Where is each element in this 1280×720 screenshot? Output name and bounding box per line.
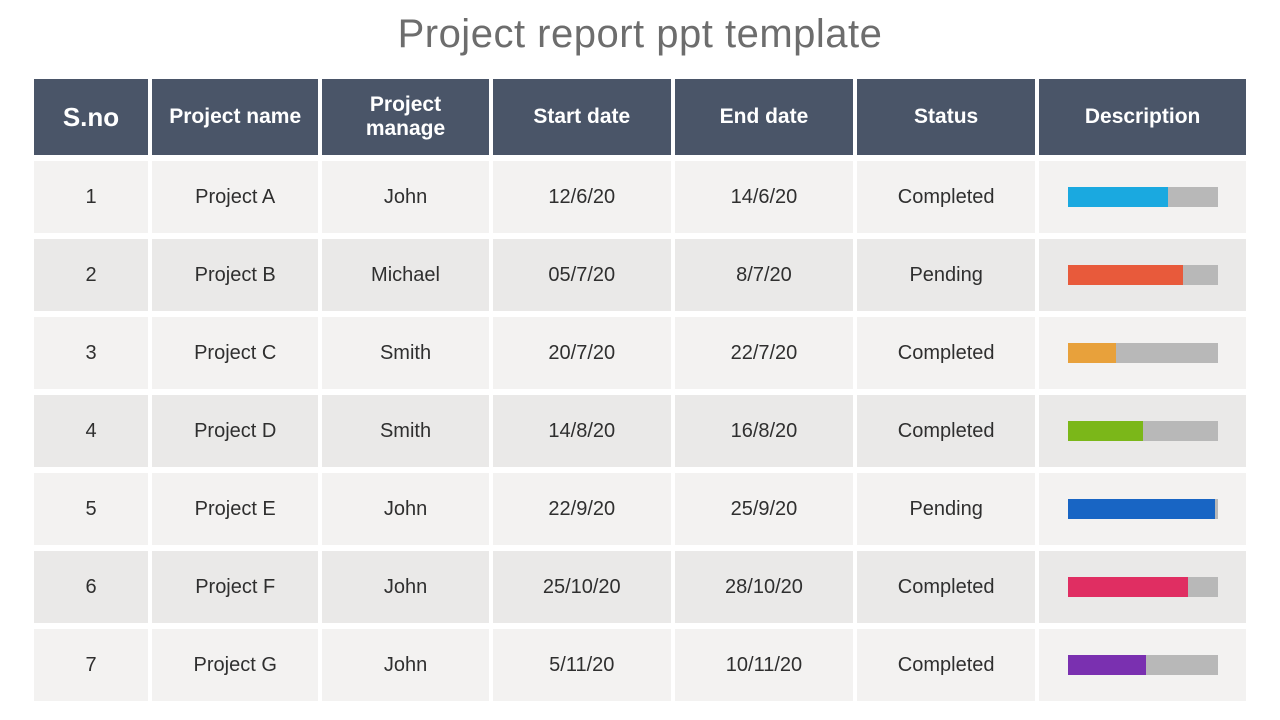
cell-status: Completed bbox=[857, 629, 1035, 701]
progress-track bbox=[1068, 265, 1218, 285]
project-table: S.no Project name Project manage Start d… bbox=[30, 73, 1250, 707]
cell-start: 05/7/20 bbox=[493, 239, 671, 311]
cell-manager: John bbox=[322, 629, 488, 701]
cell-end: 16/8/20 bbox=[675, 395, 853, 467]
progress-track bbox=[1068, 343, 1218, 363]
cell-end: 10/11/20 bbox=[675, 629, 853, 701]
table-header-row: S.no Project name Project manage Start d… bbox=[34, 79, 1246, 155]
cell-status: Completed bbox=[857, 317, 1035, 389]
col-manager: Project manage bbox=[322, 79, 488, 155]
cell-end: 25/9/20 bbox=[675, 473, 853, 545]
col-status: Status bbox=[857, 79, 1035, 155]
progress-bar bbox=[1045, 239, 1240, 311]
cell-start: 22/9/20 bbox=[493, 473, 671, 545]
cell-description bbox=[1039, 317, 1246, 389]
cell-sno: 7 bbox=[34, 629, 148, 701]
cell-sno: 1 bbox=[34, 161, 148, 233]
progress-fill bbox=[1068, 187, 1169, 207]
cell-status: Pending bbox=[857, 239, 1035, 311]
cell-status: Completed bbox=[857, 551, 1035, 623]
cell-manager: John bbox=[322, 161, 488, 233]
cell-name: Project D bbox=[152, 395, 318, 467]
col-desc: Description bbox=[1039, 79, 1246, 155]
page-title: Project report ppt template bbox=[30, 12, 1250, 57]
cell-description bbox=[1039, 551, 1246, 623]
progress-bar bbox=[1045, 473, 1240, 545]
table-row: 6Project FJohn25/10/2028/10/20Completed bbox=[34, 551, 1246, 623]
cell-manager: Smith bbox=[322, 395, 488, 467]
col-end: End date bbox=[675, 79, 853, 155]
table-row: 7Project GJohn5/11/2010/11/20Completed bbox=[34, 629, 1246, 701]
cell-description bbox=[1039, 473, 1246, 545]
cell-sno: 5 bbox=[34, 473, 148, 545]
cell-sno: 6 bbox=[34, 551, 148, 623]
cell-status: Completed bbox=[857, 395, 1035, 467]
progress-bar bbox=[1045, 395, 1240, 467]
cell-start: 20/7/20 bbox=[493, 317, 671, 389]
cell-manager: John bbox=[322, 551, 488, 623]
cell-name: Project A bbox=[152, 161, 318, 233]
cell-start: 14/8/20 bbox=[493, 395, 671, 467]
progress-track bbox=[1068, 187, 1218, 207]
cell-start: 5/11/20 bbox=[493, 629, 671, 701]
table-row: 3Project CSmith20/7/2022/7/20Completed bbox=[34, 317, 1246, 389]
cell-manager: Smith bbox=[322, 317, 488, 389]
col-sno: S.no bbox=[34, 79, 148, 155]
cell-end: 8/7/20 bbox=[675, 239, 853, 311]
cell-name: Project G bbox=[152, 629, 318, 701]
cell-description bbox=[1039, 395, 1246, 467]
cell-end: 22/7/20 bbox=[675, 317, 853, 389]
cell-manager: Michael bbox=[322, 239, 488, 311]
progress-bar bbox=[1045, 551, 1240, 623]
progress-track bbox=[1068, 421, 1218, 441]
progress-bar bbox=[1045, 629, 1240, 701]
progress-fill bbox=[1068, 655, 1146, 675]
progress-fill bbox=[1068, 343, 1116, 363]
progress-fill bbox=[1068, 499, 1215, 519]
progress-bar bbox=[1045, 317, 1240, 389]
progress-fill bbox=[1068, 577, 1188, 597]
cell-manager: John bbox=[322, 473, 488, 545]
progress-bar bbox=[1045, 161, 1240, 233]
cell-name: Project F bbox=[152, 551, 318, 623]
table-row: 1Project AJohn12/6/2014/6/20Completed bbox=[34, 161, 1246, 233]
progress-fill bbox=[1068, 265, 1184, 285]
cell-end: 14/6/20 bbox=[675, 161, 853, 233]
cell-description bbox=[1039, 161, 1246, 233]
cell-description bbox=[1039, 629, 1246, 701]
table-row: 5Project EJohn22/9/2025/9/20Pending bbox=[34, 473, 1246, 545]
cell-sno: 2 bbox=[34, 239, 148, 311]
cell-start: 25/10/20 bbox=[493, 551, 671, 623]
cell-sno: 4 bbox=[34, 395, 148, 467]
cell-name: Project E bbox=[152, 473, 318, 545]
cell-status: Completed bbox=[857, 161, 1035, 233]
col-name: Project name bbox=[152, 79, 318, 155]
cell-status: Pending bbox=[857, 473, 1035, 545]
table-row: 2Project BMichael05/7/208/7/20Pending bbox=[34, 239, 1246, 311]
cell-name: Project C bbox=[152, 317, 318, 389]
col-start: Start date bbox=[493, 79, 671, 155]
cell-sno: 3 bbox=[34, 317, 148, 389]
cell-description bbox=[1039, 239, 1246, 311]
progress-track bbox=[1068, 577, 1218, 597]
cell-end: 28/10/20 bbox=[675, 551, 853, 623]
progress-fill bbox=[1068, 421, 1143, 441]
progress-track bbox=[1068, 655, 1218, 675]
cell-start: 12/6/20 bbox=[493, 161, 671, 233]
cell-name: Project B bbox=[152, 239, 318, 311]
progress-track bbox=[1068, 499, 1218, 519]
slide: Project report ppt template S.no Project… bbox=[0, 0, 1280, 720]
table-row: 4Project DSmith14/8/2016/8/20Completed bbox=[34, 395, 1246, 467]
